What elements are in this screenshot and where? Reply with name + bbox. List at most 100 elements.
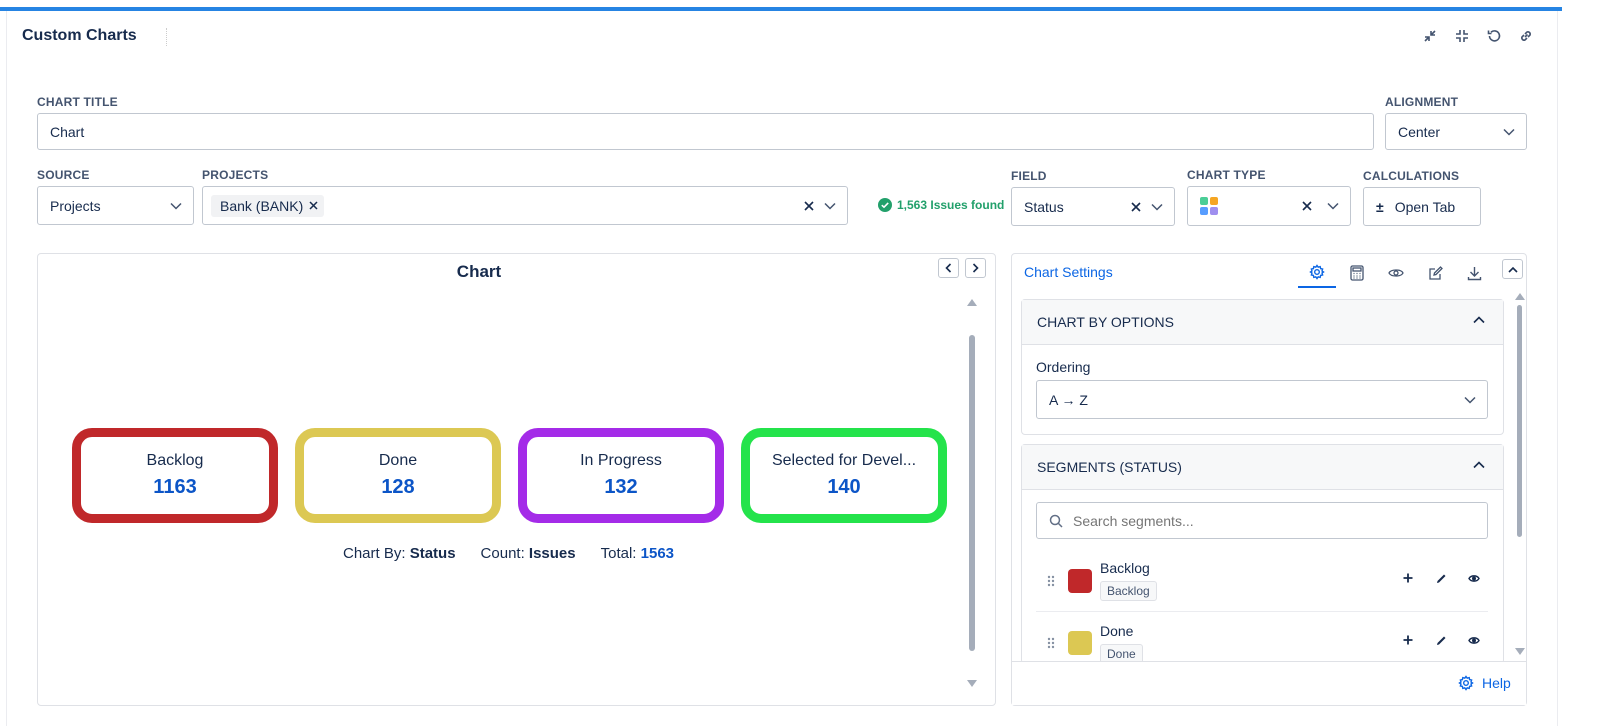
status-card[interactable]: Done 128 xyxy=(295,428,501,523)
edit-pencil-icon[interactable] xyxy=(1433,632,1449,648)
prev-button[interactable] xyxy=(938,258,959,278)
chart-title-label: CHART TITLE xyxy=(37,95,118,109)
status-card[interactable]: Backlog 1163 xyxy=(72,428,278,523)
open-tab-button[interactable]: ± Open Tab xyxy=(1363,187,1481,226)
chevron-up-icon xyxy=(1507,266,1518,273)
status-card-value: 1163 xyxy=(153,476,197,498)
segment-color-swatch[interactable] xyxy=(1068,568,1092,593)
chevron-left-icon xyxy=(945,263,952,273)
chevron-right-icon xyxy=(972,263,979,273)
status-card-label: In Progress xyxy=(580,452,662,469)
eye-icon xyxy=(1388,269,1404,277)
chevron-down-icon[interactable] xyxy=(1151,203,1163,211)
chevron-down-icon[interactable] xyxy=(1327,202,1339,210)
ordering-value: A → Z xyxy=(1049,391,1088,408)
chevron-down-icon[interactable] xyxy=(824,202,836,210)
settings-scrollbar[interactable] xyxy=(1517,305,1522,537)
status-card[interactable]: Selected for Devel... 140 xyxy=(741,428,947,523)
count-label: Count: xyxy=(480,545,525,562)
alignment-select[interactable]: Center xyxy=(1385,113,1527,150)
field-select[interactable]: Status xyxy=(1011,187,1175,226)
chart-by-summary: Chart By: Status xyxy=(343,545,456,562)
help-link[interactable]: Help xyxy=(1458,675,1511,691)
segment-badge: Backlog xyxy=(1100,581,1157,601)
segment-name: Backlog xyxy=(1100,560,1150,576)
clear-icon[interactable] xyxy=(1302,201,1312,211)
chart-title-value: Chart xyxy=(50,123,85,140)
chart-title-input[interactable]: Chart xyxy=(37,113,1374,150)
scroll-down-arrow[interactable] xyxy=(967,680,977,687)
reset-icon[interactable] xyxy=(1484,26,1503,45)
minimize-icon[interactable] xyxy=(1420,26,1439,45)
clear-icon[interactable] xyxy=(1131,201,1141,212)
ordering-select[interactable]: A → Z xyxy=(1036,380,1488,419)
eye-icon[interactable] xyxy=(1466,570,1482,586)
field-label: FIELD xyxy=(1011,169,1047,183)
status-card-value: 140 xyxy=(827,476,861,498)
drag-handle-icon[interactable] xyxy=(1036,575,1066,587)
clear-icon[interactable] xyxy=(804,200,814,211)
segment-row: Backlog Backlog xyxy=(1036,550,1488,612)
settings-scroll-up[interactable] xyxy=(1515,293,1525,300)
chart-by-label: Chart By: xyxy=(343,545,406,562)
chevron-down-icon xyxy=(1503,128,1515,136)
link-icon[interactable] xyxy=(1516,26,1535,45)
source-select[interactable]: Projects xyxy=(37,186,194,225)
projects-select[interactable]: Bank (BANK) xyxy=(202,186,848,225)
status-card-label: Selected for Devel... xyxy=(771,452,917,469)
segments-title: SEGMENTS (STATUS) xyxy=(1037,459,1182,475)
search-segments-field[interactable] xyxy=(1036,502,1488,539)
tile-grid-icon xyxy=(1200,196,1218,215)
chart-by-options-header[interactable]: CHART BY OPTIONS xyxy=(1022,300,1503,345)
issues-found-status: 1,563 Issues found xyxy=(878,198,1004,212)
edit-icon xyxy=(1428,265,1443,280)
issues-found-text: 1,563 Issues found xyxy=(897,198,1005,212)
source-value: Projects xyxy=(50,197,101,214)
next-button[interactable] xyxy=(965,258,986,278)
ordering-label: Ordering xyxy=(1036,359,1091,375)
check-circle-icon xyxy=(878,198,892,212)
tab-calculator[interactable] xyxy=(1338,258,1376,288)
search-icon xyxy=(1049,514,1063,528)
field-value: Status xyxy=(1024,198,1064,215)
settings-footer xyxy=(1012,661,1526,705)
chart-type-select[interactable] xyxy=(1187,186,1351,226)
plus-minus-icon: ± xyxy=(1376,198,1384,215)
calculations-label: CALCULATIONS xyxy=(1363,169,1460,183)
tab-download[interactable] xyxy=(1455,258,1493,288)
status-card-value: 132 xyxy=(604,476,638,498)
segment-name: Done xyxy=(1100,622,1134,639)
segment-color-swatch[interactable] xyxy=(1068,631,1092,655)
add-icon[interactable] xyxy=(1400,570,1416,586)
eye-icon[interactable] xyxy=(1466,632,1482,648)
chart-by-options-title: CHART BY OPTIONS xyxy=(1037,314,1174,330)
title-separator xyxy=(166,28,167,46)
scroll-up-arrow[interactable] xyxy=(967,299,977,306)
drag-handle-icon[interactable] xyxy=(1036,637,1066,649)
edit-pencil-icon[interactable] xyxy=(1433,570,1449,586)
status-card[interactable]: In Progress 132 xyxy=(518,428,724,523)
segment-actions xyxy=(1400,570,1482,586)
tab-edit[interactable] xyxy=(1416,258,1454,288)
tab-preview[interactable] xyxy=(1377,258,1415,288)
chart-summary: Chart By: Status Count: Issues Total: 15… xyxy=(343,545,674,562)
remove-chip-icon[interactable] xyxy=(309,201,318,210)
collapse-icon[interactable] xyxy=(1452,26,1471,45)
status-card-label: Done xyxy=(378,452,418,469)
add-icon[interactable] xyxy=(1400,632,1416,648)
chart-title: Chart xyxy=(456,262,502,281)
alignment-value: Center xyxy=(1398,123,1441,140)
chart-scrollbar[interactable] xyxy=(969,335,975,651)
tab-settings[interactable] xyxy=(1298,258,1336,288)
search-segments-input[interactable] xyxy=(1073,512,1453,529)
project-chip-label: Bank (BANK) xyxy=(220,197,304,214)
count-value: Issues xyxy=(528,545,576,562)
alignment-label: ALIGNMENT xyxy=(1385,95,1459,109)
gear-icon xyxy=(1309,264,1325,280)
project-chip: Bank (BANK) xyxy=(211,194,325,217)
total-summary: Total: 1563 xyxy=(601,545,674,562)
calculator-icon xyxy=(1350,265,1364,281)
settings-scroll-down[interactable] xyxy=(1515,648,1525,655)
collapse-settings-button[interactable] xyxy=(1502,259,1523,279)
segments-header[interactable]: SEGMENTS (STATUS) xyxy=(1022,445,1503,490)
